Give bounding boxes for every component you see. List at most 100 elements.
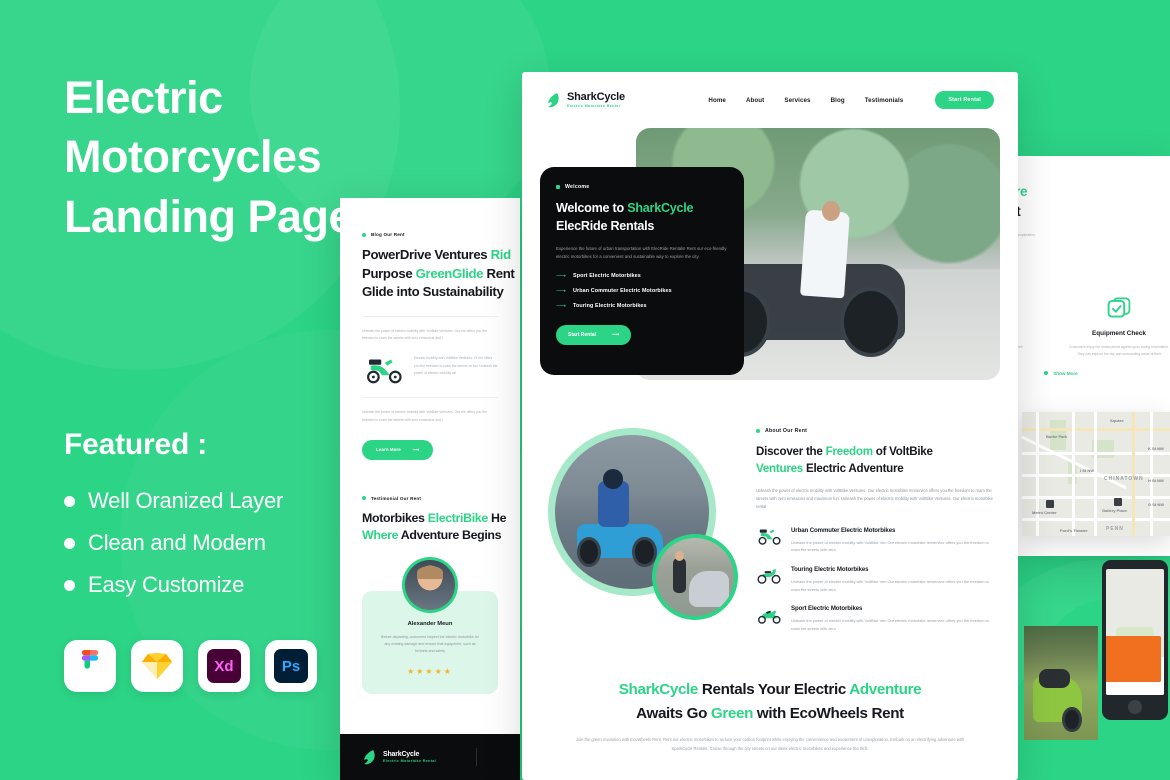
main-landing-page[interactable]: SharkCycle Electric Motorbike Rental Hom…	[522, 72, 1018, 780]
about-eyebrow: About Our Rent	[756, 428, 996, 434]
feature-card[interactable]: Equipment Check Customers enjoy the rent…	[1068, 292, 1170, 358]
map-label: I St NW	[1080, 468, 1094, 473]
promo-column: Electric Motorcycles Landing Page Featur…	[64, 68, 484, 693]
about-feature-text: Unleash the power of electric mobility w…	[791, 618, 989, 631]
hero-wheel	[839, 287, 902, 358]
hero-section: Welcome Welcome to SharkCycle ElecRide R…	[540, 128, 1000, 380]
map-preview[interactable]: Burke Park CHINATOWN Gallery Place Metro…	[1022, 412, 1170, 536]
about-title-seg: Discover the	[756, 445, 826, 458]
hero-start-rental-button[interactable]: Start Rental ⟶	[556, 324, 632, 345]
right-panel-title: Adventure eels Rent	[1018, 182, 1170, 222]
mobile-mockup-group: ★★★★	[1018, 560, 1170, 780]
map-label: Square	[1110, 418, 1124, 423]
feature-card-title: Equipment Check	[1092, 329, 1146, 337]
about-title: Discover the Freedom of VoltBike Venture…	[756, 443, 996, 478]
start-rental-button[interactable]: Start Rental	[935, 91, 994, 109]
touring-motorbike-icon	[756, 566, 782, 586]
about-feature-text: Unleash the power of electric mobility w…	[791, 539, 989, 553]
phone-mockup[interactable]: ★★★★	[1102, 560, 1168, 720]
featured-label: Featured :	[64, 428, 208, 462]
site-logo-tagline: Electric Motorbike Rental	[567, 103, 621, 108]
site-logo-name: SharkCycle	[567, 91, 625, 104]
page-title-line-1: Electric Motorcycles	[64, 72, 322, 183]
cta-title-seg: Rentals Your Electric	[698, 681, 850, 699]
right-panel-cards: ment d agreed n explore at their Equipme…	[1018, 292, 1170, 358]
touring-motorbike-icon-glyph	[757, 569, 781, 585]
about-feature-body: Touring Electric Motorbikes Unleash the …	[791, 566, 996, 593]
about-feature-title: Touring Electric Motorbikes	[791, 565, 869, 573]
nav-item-testimonials[interactable]: Testimonials	[865, 97, 904, 104]
home-button[interactable]	[1128, 700, 1142, 714]
about-feature-title: Urban Commuter Electric Motorbikes	[791, 526, 896, 534]
map-poi-icon	[1114, 498, 1122, 506]
list-item-label: Clean and Modern	[88, 530, 266, 556]
phone-cta-button[interactable]	[1106, 636, 1162, 683]
right-panel-paragraph-1: e convenience and excitement of unexplor…	[1018, 233, 1036, 238]
hero-link-list: ⟶ Sport Electric Motorbikes ⟶ Urban Comm…	[556, 273, 728, 310]
show-more-link[interactable]: Show More	[1018, 371, 1170, 376]
list-item-label: Touring Electric Motorbikes	[573, 303, 647, 310]
feature-card[interactable]: ment d agreed n explore at their	[1018, 292, 1054, 358]
photo-person-head	[674, 551, 685, 561]
check-document-icon	[1068, 292, 1170, 322]
about-feature-title: Sport Electric Motorbikes	[791, 605, 863, 613]
footer-logo-text: SharkCycle Electric Motorbike Rental	[383, 751, 436, 762]
right-panel-paragraph-2: motorbikes and experience the thril	[1018, 242, 1170, 249]
cta-title-seg: with EcoWheels Rent	[753, 704, 904, 722]
cta-section: SharkCycle Rentals Your Electric Adventu…	[522, 632, 1018, 780]
photoshop-icon: Ps	[265, 640, 317, 693]
list-item: Easy Customize	[64, 572, 484, 598]
about-visual	[544, 424, 740, 620]
list-item[interactable]: ⟶ Urban Commuter Electric Motorbikes	[556, 288, 728, 295]
scooter-seat	[1038, 669, 1070, 688]
nav-item-services[interactable]: Services	[784, 97, 810, 104]
map-label: PENN	[1106, 526, 1124, 532]
list-item-label: Sport Electric Motorbikes	[573, 273, 641, 280]
cta-title-highlight: Adventure	[849, 681, 922, 699]
cta-title-highlight: SharkCycle	[618, 681, 699, 699]
left-panel-footer: SharkCycle Electric Motorbike Rental	[340, 734, 520, 780]
shark-logo-icon	[548, 92, 559, 107]
site-logo[interactable]: SharkCycle Electric Motorbike Rental	[546, 92, 625, 109]
map-label: Gallery Place	[1102, 508, 1128, 513]
cta-title: SharkCycle Rentals Your Electric Adventu…	[558, 678, 982, 725]
footer-logo[interactable]: SharkCycle Electric Motorbike Rental	[362, 749, 436, 766]
right-panel-title-seg: eels Rent	[1018, 204, 1021, 220]
map-label: Metro Center	[1032, 510, 1057, 515]
cta-title-highlight: Green	[710, 704, 754, 722]
blog-title-seg: Rent	[483, 265, 515, 281]
arrow-right-icon: ⟶	[556, 302, 567, 310]
arrow-right-icon: ⟶	[612, 331, 620, 338]
dot-icon	[1044, 371, 1049, 376]
map-label: CHINATOWN	[1104, 476, 1144, 482]
right-panel-content: Adventure eels Rent e convenience and ex…	[1018, 156, 1170, 376]
map-label: G St NW	[1148, 502, 1164, 507]
photo-person-body	[673, 558, 686, 593]
hero-paragraph: Experience the future of urban transport…	[556, 245, 727, 259]
hero-cta-label: Start Rental	[568, 331, 597, 338]
feature-card-text: Customers enjoy the rental period agreed…	[1069, 344, 1169, 356]
about-feature-item: Touring Electric Motorbikes Unleash the …	[756, 566, 996, 593]
feature-card-text: d agreed n explore at their	[1018, 344, 1023, 349]
poster-canvas: Electric Motorcycles Landing Page Featur…	[0, 0, 1170, 780]
adobe-xd-label: Xd	[207, 649, 241, 684]
nav-item-home[interactable]: Home	[708, 97, 726, 104]
nav-item-about[interactable]: About	[746, 97, 764, 104]
list-item[interactable]: ⟶ Touring Electric Motorbikes	[556, 303, 728, 310]
hero-eyebrow-label: Welcome	[565, 184, 590, 190]
bullet-icon	[64, 537, 75, 549]
app-icon-row: Xd Ps	[64, 640, 484, 693]
hero-title-highlight: SharkCycle	[627, 201, 694, 215]
bullet-icon	[64, 579, 75, 591]
about-title-seg: of VoltBike	[872, 445, 933, 458]
map-road	[1036, 412, 1039, 536]
arrow-right-icon: ⟶	[556, 272, 567, 280]
figma-icon	[64, 640, 116, 693]
page-title: Electric Motorcycles Landing Page	[64, 68, 484, 246]
about-photo-small-image	[656, 538, 734, 616]
scooter-wheel	[1062, 706, 1082, 733]
nav-item-blog[interactable]: Blog	[831, 97, 845, 104]
adobe-xd-icon: Xd	[198, 640, 250, 693]
about-photo-small	[652, 534, 738, 620]
list-item[interactable]: ⟶ Sport Electric Motorbikes	[556, 273, 728, 280]
